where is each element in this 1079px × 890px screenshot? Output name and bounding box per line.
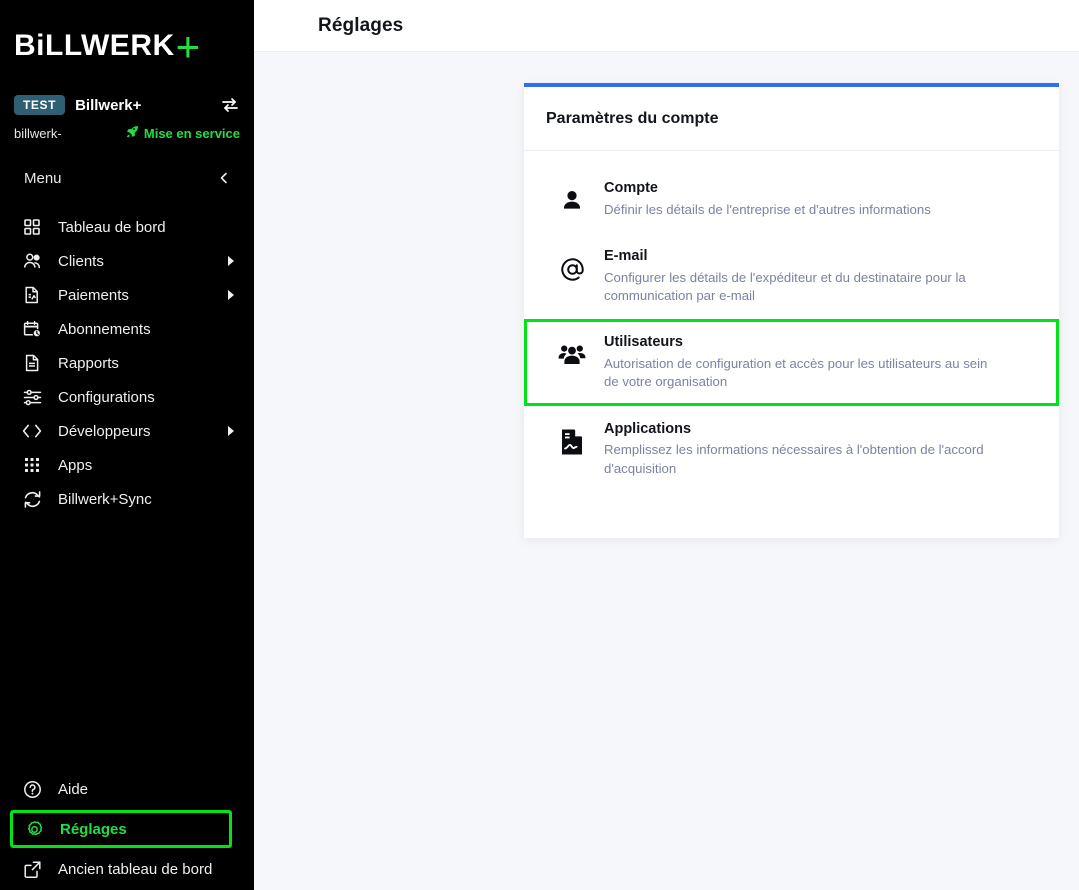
- sidebar-item-label: Paiements: [58, 286, 129, 304]
- sidebar-item-ancien-tableau-de-bord[interactable]: Ancien tableau de bord: [0, 852, 254, 886]
- settings-item-description: Autorisation de configuration et accès p…: [604, 356, 988, 390]
- users-icon: [22, 251, 42, 271]
- brand-logo-text: BiLLWERK: [14, 29, 175, 62]
- card-title: Paramètres du compte: [546, 109, 719, 127]
- status-label: Mise en service: [143, 125, 240, 141]
- settings-item-utilisateurs[interactable]: Utilisateurs Autorisation de configurati…: [524, 319, 1059, 406]
- sidebar-item-label: Rapports: [58, 354, 119, 372]
- external-link-icon: [22, 859, 42, 879]
- sidebar-item-configurations[interactable]: Configurations: [0, 380, 254, 414]
- settings-item-title: Compte: [604, 180, 658, 196]
- sidebar-item-label: Configurations: [58, 388, 155, 406]
- invoice-document-icon: [22, 285, 42, 305]
- brand-plus-icon: +: [175, 23, 201, 71]
- settings-item-title: Utilisateurs: [604, 334, 683, 351]
- at-sign-icon: [558, 255, 586, 283]
- sidebar-item-paiements[interactable]: Paiements: [0, 278, 254, 312]
- chevron-right-icon[interactable]: [226, 426, 236, 436]
- menu-label: Menu: [24, 169, 62, 187]
- sidebar-item-apps[interactable]: Apps: [0, 448, 254, 482]
- settings-item-description: Remplissez les informations nécessaires …: [604, 442, 984, 476]
- sync-refresh-icon: [22, 489, 42, 509]
- sidebar-item-clients[interactable]: Clients: [0, 244, 254, 278]
- account-name: Billwerk+: [75, 96, 142, 114]
- sidebar-item-label: Ancien tableau de bord: [58, 860, 213, 878]
- sidebar-item-abonnements[interactable]: Abonnements: [0, 312, 254, 346]
- sidebar-item-label: Aide: [58, 780, 89, 798]
- sidebar-item-label: Réglages: [60, 820, 127, 838]
- settings-item-description: Configurer les détails de l'expéditeur e…: [604, 269, 966, 304]
- card-header: Paramètres du compte: [524, 87, 1059, 151]
- sidebar-item-reglages[interactable]: Réglages: [10, 810, 232, 848]
- sidebar-bottom-nav: Aide Réglages Ancien tableau de bord: [0, 772, 254, 890]
- chevron-right-icon[interactable]: [226, 256, 236, 266]
- sidebar-item-rapports[interactable]: Rapports: [0, 346, 254, 380]
- account-handle: billwerk-: [14, 125, 62, 141]
- code-brackets-icon: [22, 421, 42, 441]
- rocket-icon: [126, 125, 139, 141]
- sidebar-item-label: Tableau de bord: [58, 218, 166, 236]
- account-switcher[interactable]: TEST Billwerk+ billwerk- Mise en service: [0, 92, 254, 156]
- sidebar: BiLLWERK + TEST Billwerk+ billwerk- Mise…: [0, 0, 254, 890]
- sidebar-item-label: Billwerk+Sync: [58, 490, 152, 508]
- settings-list: Compte Définir les détails de l'entrepri…: [524, 151, 1059, 538]
- sidebar-nav: Tableau de bord Clients Paiements Abonne…: [0, 210, 254, 516]
- environment-badge: TEST: [14, 95, 66, 115]
- settings-item-title: E-mail: [604, 248, 648, 265]
- page-title: Réglages: [318, 14, 404, 36]
- gear-icon: [24, 819, 44, 839]
- group-users-icon: [558, 341, 586, 369]
- sidebar-item-aide[interactable]: Aide: [0, 772, 254, 806]
- sidebar-item-developpeurs[interactable]: Développeurs: [0, 414, 254, 448]
- sidebar-item-label: Clients: [58, 252, 104, 270]
- help-circle-icon: [22, 779, 42, 799]
- person-icon: [558, 187, 586, 215]
- report-document-icon: [22, 353, 42, 373]
- switch-accounts-icon[interactable]: [220, 95, 240, 115]
- account-settings-card: Paramètres du compte Compte Définir les …: [524, 83, 1059, 538]
- menu-header: Menu: [0, 156, 254, 200]
- sliders-icon: [22, 387, 42, 407]
- brand-logo[interactable]: BiLLWERK +: [0, 0, 254, 92]
- sidebar-item-billwerk-sync[interactable]: Billwerk+Sync: [0, 482, 254, 516]
- apps-dots-icon: [22, 455, 42, 475]
- chevron-right-icon[interactable]: [226, 290, 236, 300]
- settings-item-email[interactable]: E-mail Configurer les détails de l'expéd…: [524, 233, 1059, 319]
- status-badge: Mise en service: [126, 125, 240, 141]
- signed-document-icon: [558, 428, 586, 456]
- app-root: BiLLWERK + TEST Billwerk+ billwerk- Mise…: [0, 0, 1079, 890]
- settings-item-applications[interactable]: Applications Remplissez les informations…: [524, 406, 1059, 492]
- settings-item-compte[interactable]: Compte Définir les détails de l'entrepri…: [524, 165, 1059, 233]
- sidebar-item-label: Apps: [58, 456, 93, 474]
- sidebar-item-label: Développeurs: [58, 422, 151, 440]
- top-bar: Réglages: [254, 0, 1079, 52]
- settings-item-description: Définir les détails de l'entreprise et d…: [604, 201, 931, 217]
- settings-item-title: Applications: [604, 420, 692, 437]
- calendar-clock-icon: [22, 319, 42, 339]
- chevron-left-icon[interactable]: [216, 170, 232, 186]
- dashboard-grid-icon: [22, 217, 42, 237]
- sidebar-item-tableau-de-bord[interactable]: Tableau de bord: [0, 210, 254, 244]
- main-area: Réglages Paramètres du compte Compte Déf…: [254, 0, 1079, 890]
- content-area: Paramètres du compte Compte Définir les …: [254, 52, 1079, 890]
- sidebar-item-label: Abonnements: [58, 320, 151, 338]
